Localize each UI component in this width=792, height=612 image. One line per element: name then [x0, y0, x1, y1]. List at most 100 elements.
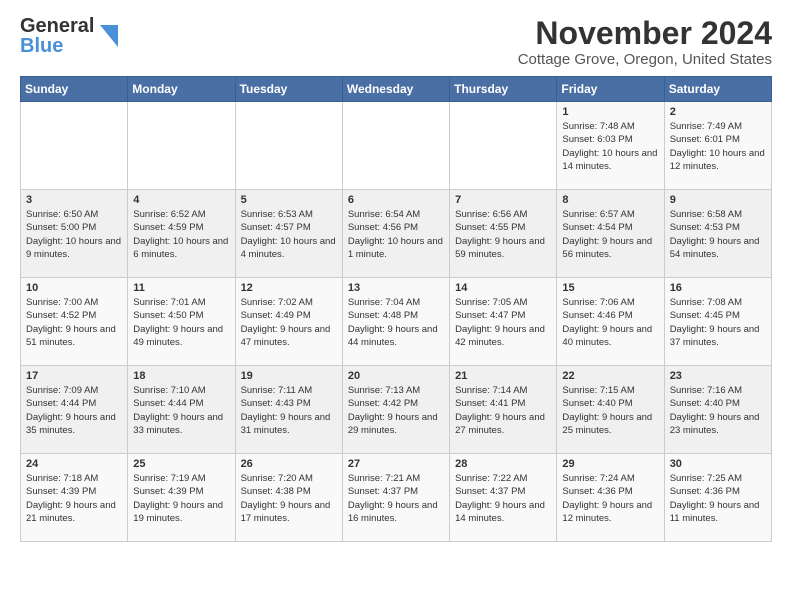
column-header-monday: Monday — [128, 77, 235, 102]
logo-icon — [100, 25, 118, 47]
day-number: 26 — [241, 458, 337, 470]
day-number: 30 — [670, 458, 766, 470]
day-number: 10 — [26, 282, 122, 294]
column-header-friday: Friday — [557, 77, 664, 102]
logo-line2: Blue — [20, 36, 94, 56]
day-info: Sunrise: 7:25 AM Sunset: 4:36 PM Dayligh… — [670, 472, 766, 525]
calendar-cell: 18Sunrise: 7:10 AM Sunset: 4:44 PM Dayli… — [128, 366, 235, 454]
calendar-table: SundayMondayTuesdayWednesdayThursdayFrid… — [20, 76, 772, 542]
day-number: 16 — [670, 282, 766, 294]
day-info: Sunrise: 7:06 AM Sunset: 4:46 PM Dayligh… — [562, 296, 658, 349]
calendar-cell: 22 Sunrise: 7:15 AM Sunset: 4:40 PM Dayli… — [557, 366, 664, 454]
calendar-cell: 5 Sunrise: 6:53 AM Sunset: 4:57 PM Daylig… — [235, 190, 342, 278]
day-number: 8 — [562, 194, 658, 206]
day-info: Sunrise: 7:13 AM Sunset: 4:42 PM Dayligh… — [348, 384, 444, 437]
day-number: 1 — [562, 106, 658, 118]
column-header-sunday: Sunday — [21, 77, 128, 102]
day-info: Sunrise: 7:15 AM Sunset: 4:40 PM Dayligh… — [562, 384, 658, 437]
calendar-body: 1 Sunrise: 7:48 AM Sunset: 6:03 PM Daylig… — [21, 102, 772, 542]
calendar-cell: 16 Sunrise: 7:08 AM Sunset: 4:45 PM Dayli… — [664, 278, 771, 366]
day-info: Sunrise: 7:24 AM Sunset: 4:36 PM Dayligh… — [562, 472, 658, 525]
logo: General Blue — [20, 16, 118, 56]
calendar-cell: 3 Sunrise: 6:50 AM Sunset: 5:00 PM Daylig… — [21, 190, 128, 278]
day-info: Sunrise: 7:00 AM Sunset: 4:52 PM Dayligh… — [26, 296, 122, 349]
month-title: November 2024 — [518, 16, 772, 51]
calendar-week-4: 17 Sunrise: 7:09 AM Sunset: 4:44 PM Dayli… — [21, 366, 772, 454]
day-number: 7 — [455, 194, 551, 206]
day-info: Sunrise: 7:14 AM Sunset: 4:41 PM Dayligh… — [455, 384, 551, 437]
title-area: November 2024 Cottage Grove, Oregon, Uni… — [518, 16, 772, 68]
column-header-tuesday: Tuesday — [235, 77, 342, 102]
day-info: Sunrise: 7:22 AM Sunset: 4:37 PM Dayligh… — [455, 472, 551, 525]
day-number: 28 — [455, 458, 551, 470]
calendar-cell: 28 Sunrise: 7:22 AM Sunset: 4:37 PM Dayli… — [450, 454, 557, 542]
calendar-cell: 21 Sunrise: 7:14 AM Sunset: 4:41 PM Dayli… — [450, 366, 557, 454]
day-number: 2 — [670, 106, 766, 118]
column-header-saturday: Saturday — [664, 77, 771, 102]
calendar-cell: 13 Sunrise: 7:04 AM Sunset: 4:48 PM Dayli… — [342, 278, 449, 366]
day-info: Sunrise: 6:56 AM Sunset: 4:55 PM Dayligh… — [455, 208, 551, 261]
column-header-thursday: Thursday — [450, 77, 557, 102]
calendar-week-2: 3 Sunrise: 6:50 AM Sunset: 5:00 PM Daylig… — [21, 190, 772, 278]
logo-line1: General — [20, 16, 94, 36]
calendar-cell: 2 Sunrise: 7:49 AM Sunset: 6:01 PM Daylig… — [664, 102, 771, 190]
day-number: 29 — [562, 458, 658, 470]
day-number: 5 — [241, 194, 337, 206]
day-number: 9 — [670, 194, 766, 206]
day-info: Sunrise: 7:18 AM Sunset: 4:39 PM Dayligh… — [26, 472, 122, 525]
calendar-cell: 17 Sunrise: 7:09 AM Sunset: 4:44 PM Dayli… — [21, 366, 128, 454]
calendar-cell: 12 Sunrise: 7:02 AM Sunset: 4:49 PM Dayli… — [235, 278, 342, 366]
calendar-cell: 11 Sunrise: 7:01 AM Sunset: 4:50 PM Dayli… — [128, 278, 235, 366]
day-number: 3 — [26, 194, 122, 206]
day-info: Sunrise: 7:16 AM Sunset: 4:40 PM Dayligh… — [670, 384, 766, 437]
calendar-cell — [235, 102, 342, 190]
calendar-cell — [128, 102, 235, 190]
day-info: Sunrise: 6:54 AM Sunset: 4:56 PM Dayligh… — [348, 208, 444, 261]
calendar-cell: 23Sunrise: 7:16 AM Sunset: 4:40 PM Dayli… — [664, 366, 771, 454]
day-info: Sunrise: 7:01 AM Sunset: 4:50 PM Dayligh… — [133, 296, 229, 349]
day-info: Sunrise: 6:52 AM Sunset: 4:59 PM Dayligh… — [133, 208, 229, 261]
calendar-cell: 9Sunrise: 6:58 AM Sunset: 4:53 PM Daylig… — [664, 190, 771, 278]
day-info: Sunrise: 7:21 AM Sunset: 4:37 PM Dayligh… — [348, 472, 444, 525]
page-header: General Blue November 2024 Cottage Grove… — [20, 16, 772, 68]
day-number: 22 — [562, 370, 658, 382]
day-info: Sunrise: 7:09 AM Sunset: 4:44 PM Dayligh… — [26, 384, 122, 437]
day-info: Sunrise: 7:02 AM Sunset: 4:49 PM Dayligh… — [241, 296, 337, 349]
day-number: 19 — [241, 370, 337, 382]
calendar-cell — [342, 102, 449, 190]
day-info: Sunrise: 7:48 AM Sunset: 6:03 PM Dayligh… — [562, 120, 658, 173]
calendar-cell: 10 Sunrise: 7:00 AM Sunset: 4:52 PM Dayli… — [21, 278, 128, 366]
calendar-cell: 1 Sunrise: 7:48 AM Sunset: 6:03 PM Daylig… — [557, 102, 664, 190]
day-number: 4 — [133, 194, 229, 206]
day-number: 13 — [348, 282, 444, 294]
day-number: 17 — [26, 370, 122, 382]
column-header-wednesday: Wednesday — [342, 77, 449, 102]
day-number: 14 — [455, 282, 551, 294]
calendar-header-row: SundayMondayTuesdayWednesdayThursdayFrid… — [21, 77, 772, 102]
calendar-cell: 27Sunrise: 7:21 AM Sunset: 4:37 PM Dayli… — [342, 454, 449, 542]
calendar-week-1: 1 Sunrise: 7:48 AM Sunset: 6:03 PM Daylig… — [21, 102, 772, 190]
day-number: 12 — [241, 282, 337, 294]
day-info: Sunrise: 6:53 AM Sunset: 4:57 PM Dayligh… — [241, 208, 337, 261]
calendar-week-3: 10 Sunrise: 7:00 AM Sunset: 4:52 PM Dayli… — [21, 278, 772, 366]
day-info: Sunrise: 7:04 AM Sunset: 4:48 PM Dayligh… — [348, 296, 444, 349]
day-info: Sunrise: 7:19 AM Sunset: 4:39 PM Dayligh… — [133, 472, 229, 525]
day-info: Sunrise: 7:08 AM Sunset: 4:45 PM Dayligh… — [670, 296, 766, 349]
calendar-cell: 7 Sunrise: 6:56 AM Sunset: 4:55 PM Daylig… — [450, 190, 557, 278]
day-number: 20 — [348, 370, 444, 382]
day-number: 24 — [26, 458, 122, 470]
calendar-week-5: 24 Sunrise: 7:18 AM Sunset: 4:39 PM Dayli… — [21, 454, 772, 542]
day-number: 21 — [455, 370, 551, 382]
day-number: 11 — [133, 282, 229, 294]
day-info: Sunrise: 7:49 AM Sunset: 6:01 PM Dayligh… — [670, 120, 766, 173]
calendar-cell: 25 Sunrise: 7:19 AM Sunset: 4:39 PM Dayli… — [128, 454, 235, 542]
day-number: 25 — [133, 458, 229, 470]
day-number: 15 — [562, 282, 658, 294]
day-info: Sunrise: 6:50 AM Sunset: 5:00 PM Dayligh… — [26, 208, 122, 261]
calendar-cell: 15 Sunrise: 7:06 AM Sunset: 4:46 PM Dayli… — [557, 278, 664, 366]
calendar-cell: 14Sunrise: 7:05 AM Sunset: 4:47 PM Dayli… — [450, 278, 557, 366]
day-number: 6 — [348, 194, 444, 206]
day-info: Sunrise: 7:20 AM Sunset: 4:38 PM Dayligh… — [241, 472, 337, 525]
calendar-cell: 29 Sunrise: 7:24 AM Sunset: 4:36 PM Dayli… — [557, 454, 664, 542]
location-title: Cottage Grove, Oregon, United States — [518, 51, 772, 68]
